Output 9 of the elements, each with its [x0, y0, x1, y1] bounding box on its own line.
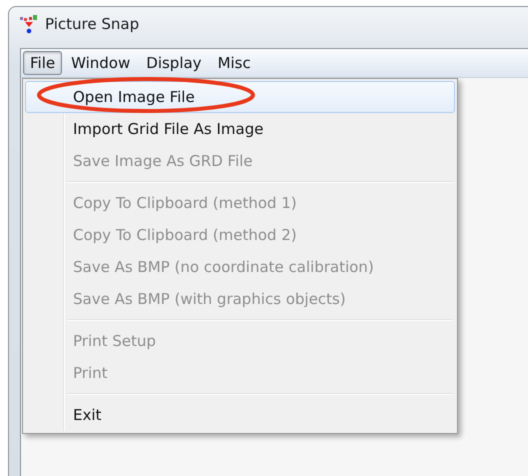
app-icon: [19, 14, 39, 34]
menu-item[interactable]: File: [23, 51, 62, 75]
menu-entry[interactable]: Import Grid File As Image: [25, 113, 455, 145]
menu-item[interactable]: Window: [64, 51, 138, 75]
menu-item[interactable]: Misc: [210, 51, 258, 75]
menu-entry[interactable]: Exit: [25, 399, 455, 431]
window-title: Picture Snap: [45, 15, 140, 33]
menu-entry[interactable]: Open Image File: [25, 81, 455, 113]
menu-item[interactable]: Display: [139, 51, 209, 75]
